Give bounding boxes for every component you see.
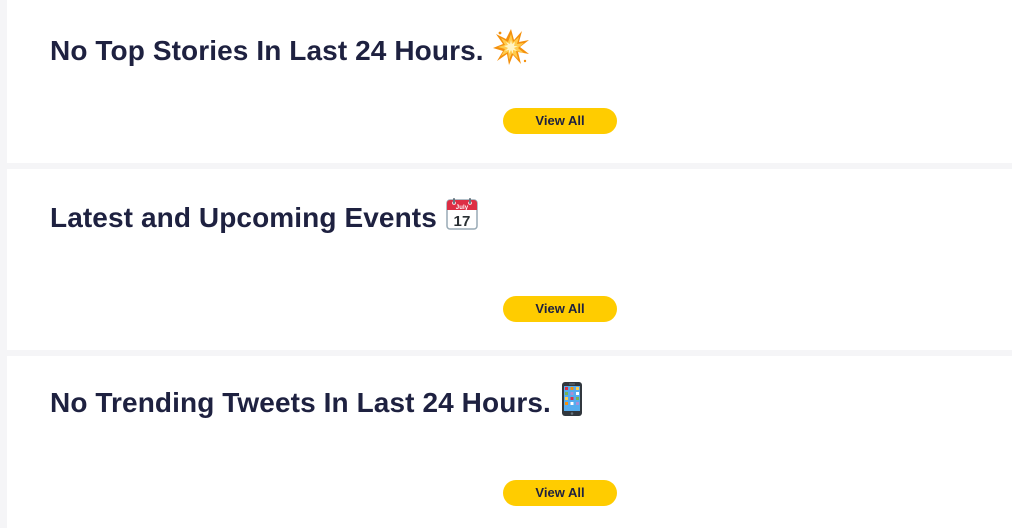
trending-tweets-section: No Trending Tweets In Last 24 Hours. Vie… (7, 356, 1012, 528)
page: No Top Stories In Last 24 Hours. View Al… (0, 0, 1012, 528)
view-all-top-stories-button[interactable]: View All (503, 108, 617, 134)
calendar-icon-day: 17 (453, 213, 470, 230)
calendar-icon-month: July (456, 205, 469, 211)
top-stories-title-text: No Top Stories In Last 24 Hours. (50, 35, 484, 66)
events-title: Latest and Upcoming Events July 17 (50, 197, 479, 239)
view-all-events-button[interactable]: View All (503, 296, 617, 322)
view-all-trending-tweets-button[interactable]: View All (503, 480, 617, 506)
top-stories-title: No Top Stories In Last 24 Hours. (50, 28, 530, 74)
trending-tweets-title-text: No Trending Tweets In Last 24 Hours. (50, 387, 551, 418)
mobile-phone-icon (559, 381, 585, 425)
calendar-icon: July 17 (445, 197, 479, 239)
trending-tweets-title: No Trending Tweets In Last 24 Hours. (50, 381, 585, 425)
events-title-text: Latest and Upcoming Events (50, 202, 437, 233)
collision-icon (492, 28, 530, 74)
events-section: Latest and Upcoming Events July 17 View … (7, 169, 1012, 350)
top-stories-section: No Top Stories In Last 24 Hours. View Al… (7, 0, 1012, 163)
